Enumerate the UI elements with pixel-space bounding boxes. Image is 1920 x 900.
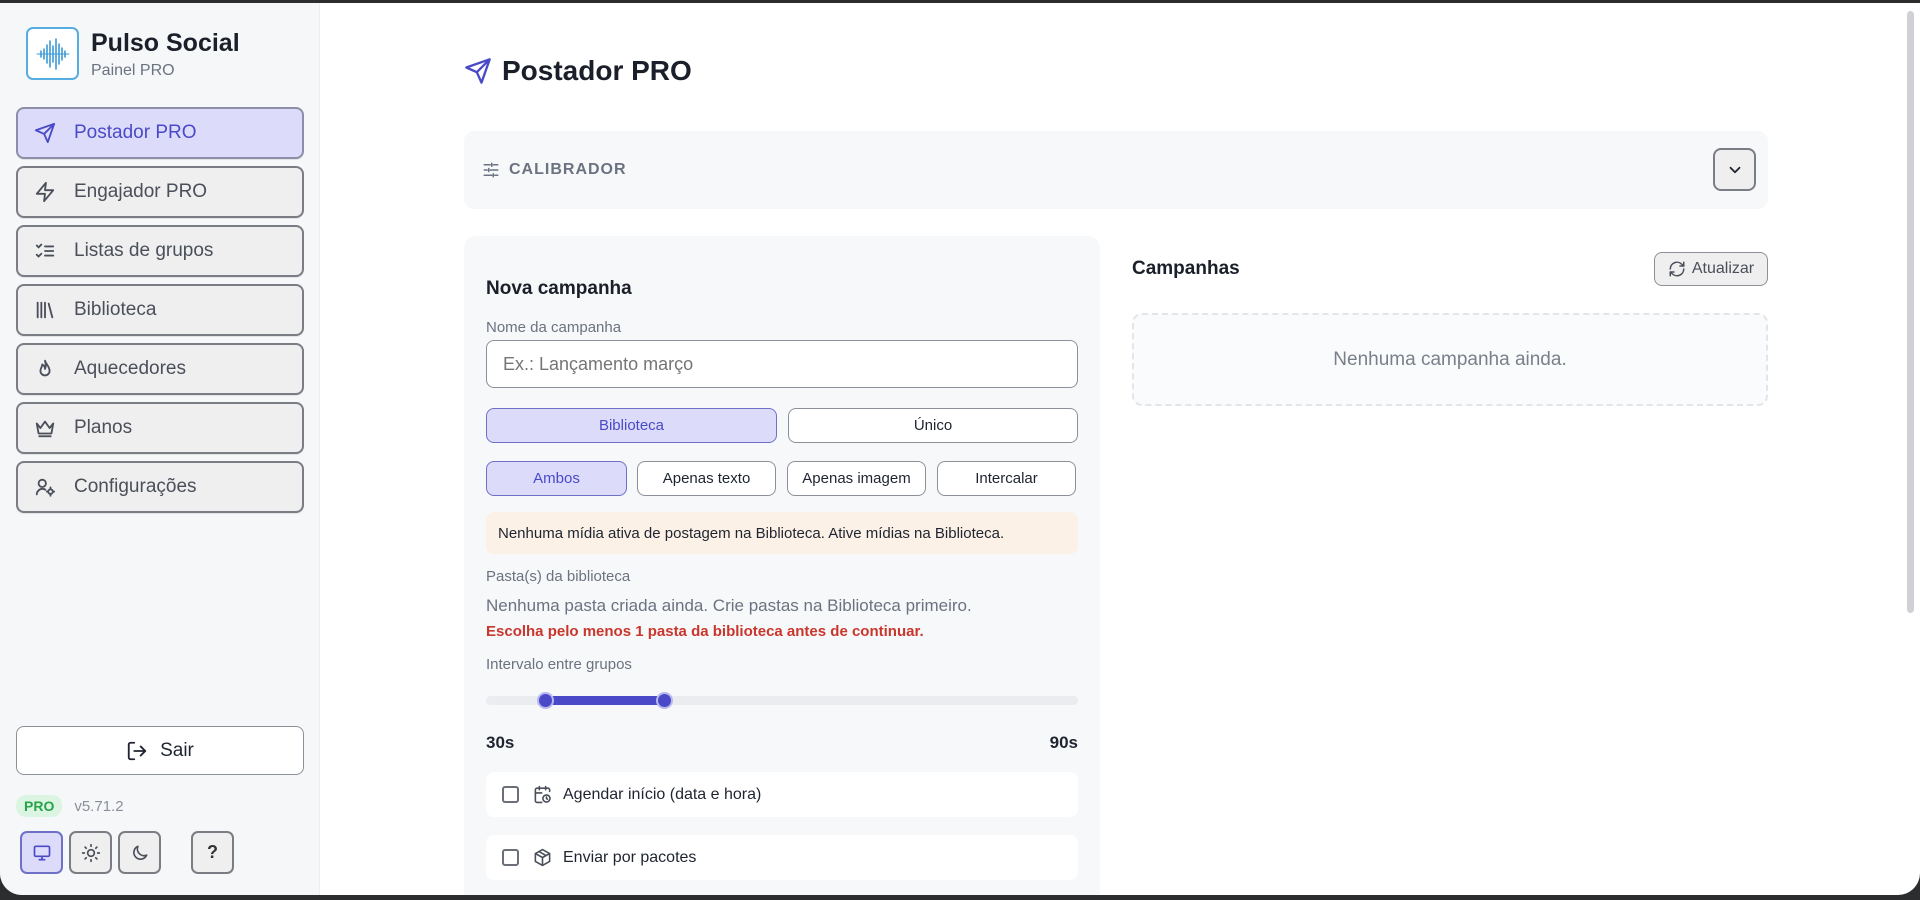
- library-icon: [36, 301, 54, 319]
- chevron-down-icon: [1729, 166, 1740, 173]
- sliders-icon: [483, 162, 499, 178]
- calendar-clock-icon: [534, 785, 551, 804]
- version-text: v5.71.2: [74, 797, 124, 815]
- sidebar-item-label: Planos: [74, 417, 133, 438]
- sidebar-item-postador-pro[interactable]: Postador PRO: [16, 107, 304, 159]
- sidebar-item-biblioteca[interactable]: Biblioteca: [16, 284, 304, 336]
- interval-max-handle[interactable]: [655, 692, 673, 709]
- no-media-warning: Nenhuma mídia ativa de postagem na Bibli…: [486, 512, 1078, 554]
- version-row: PRO v5.71.2: [16, 795, 124, 817]
- sidebar-item-label: Postador PRO: [74, 122, 197, 143]
- source-selector: Biblioteca Único: [486, 408, 1078, 443]
- page-title: Postador PRO: [502, 55, 692, 86]
- sidebar-item-aquecedores[interactable]: Aquecedores: [16, 343, 304, 395]
- sidebar-item-label: Aquecedores: [74, 358, 186, 379]
- source-unico-button[interactable]: Único: [788, 408, 1078, 443]
- schedule-label: Agendar início (data e hora): [563, 785, 762, 803]
- send-icon: [34, 122, 56, 144]
- theme-switcher: ?: [20, 831, 234, 874]
- theme-dark-button[interactable]: [118, 831, 161, 874]
- crown-icon: [35, 420, 55, 438]
- package-icon: [534, 848, 551, 867]
- new-campaign-title: Nova campanha: [486, 278, 632, 299]
- content-type-selector: Ambos Apenas texto Apenas imagem Interca…: [486, 461, 1076, 496]
- sidebar-item-label: Biblioteca: [74, 299, 157, 320]
- page-scrollbar[interactable]: [1907, 11, 1914, 613]
- sidebar-item-label: Engajador PRO: [74, 181, 208, 202]
- batches-label: Enviar por pacotes: [563, 848, 697, 866]
- interval-min-handle[interactable]: [537, 692, 555, 709]
- flame-icon: [39, 359, 51, 377]
- moon-icon: [132, 845, 147, 860]
- source-biblioteca-button[interactable]: Biblioteca: [486, 408, 777, 443]
- campaign-name-input[interactable]: [486, 340, 1078, 388]
- list-checks-icon: [35, 243, 55, 258]
- sidebar: Pulso Social Painel PRO Postador PRO Eng…: [0, 3, 320, 895]
- page-header: Postador PRO: [464, 55, 692, 87]
- app-window: Pulso Social Painel PRO Postador PRO Eng…: [0, 3, 1920, 895]
- sidebar-item-listas-de-grupos[interactable]: Listas de grupos: [16, 225, 304, 277]
- folders-label: Pasta(s) da biblioteca: [486, 568, 631, 585]
- log-out-icon: [127, 741, 147, 760]
- send-icon: [465, 58, 491, 84]
- brand: Pulso Social Painel PRO: [26, 27, 240, 80]
- campaigns-empty-state: Nenhuma campanha ainda.: [1132, 313, 1768, 406]
- sidebar-item-label: Listas de grupos: [74, 240, 214, 261]
- brand-subtitle: Painel PRO: [91, 61, 175, 79]
- schedule-option[interactable]: Agendar início (data e hora): [486, 772, 1078, 817]
- brand-title: Pulso Social: [91, 28, 240, 57]
- folders-error-text: Escolha pelo menos 1 pasta da biblioteca…: [486, 623, 924, 640]
- sidebar-item-planos[interactable]: Planos: [16, 402, 304, 454]
- user-cog-icon: [35, 478, 56, 497]
- zap-icon: [35, 181, 55, 203]
- help-button[interactable]: ?: [191, 831, 234, 874]
- waveform-logo-icon: [26, 27, 79, 80]
- calibrator-toggle-button[interactable]: [1713, 148, 1756, 191]
- calibrator-label: CALIBRADOR: [509, 161, 627, 178]
- sun-icon: [81, 843, 100, 862]
- campaigns-title: Campanhas: [1132, 258, 1240, 279]
- new-campaign-card: Nova campanha Nome da campanha Bibliotec…: [464, 236, 1100, 895]
- pro-badge: PRO: [16, 795, 63, 817]
- logout-button[interactable]: Sair: [16, 726, 304, 775]
- help-icon: ?: [207, 842, 218, 862]
- sidebar-item-engajador-pro[interactable]: Engajador PRO: [16, 166, 304, 218]
- refresh-button[interactable]: Atualizar: [1654, 252, 1768, 286]
- refresh-label: Atualizar: [1691, 260, 1755, 277]
- batches-checkbox[interactable]: [502, 849, 519, 866]
- interval-max-value: 90s: [1049, 733, 1078, 752]
- content-apenas-texto-button[interactable]: Apenas texto: [637, 461, 776, 496]
- sidebar-item-label: Configurações: [74, 476, 197, 497]
- calibrator-panel[interactable]: CALIBRADOR: [464, 131, 1768, 209]
- content-intercalar-button[interactable]: Intercalar: [937, 461, 1076, 496]
- interval-slider-range: [545, 696, 664, 705]
- sidebar-item-configuracoes[interactable]: Configurações: [16, 461, 304, 513]
- main-content: Postador PRO CALIBRADOR Nova campanha No…: [320, 3, 1910, 895]
- refresh-icon: [1669, 261, 1685, 277]
- logout-label: Sair: [160, 739, 194, 761]
- monitor-icon: [33, 845, 50, 860]
- schedule-checkbox[interactable]: [502, 786, 519, 803]
- content-apenas-imagem-button[interactable]: Apenas imagem: [787, 461, 926, 496]
- content-ambos-button[interactable]: Ambos: [486, 461, 627, 496]
- theme-light-button[interactable]: [69, 831, 112, 874]
- folders-empty-text: Nenhuma pasta criada ainda. Crie pastas …: [486, 596, 972, 615]
- interval-min-value: 30s: [486, 733, 515, 752]
- interval-slider[interactable]: [486, 692, 1078, 709]
- theme-system-button[interactable]: [20, 831, 63, 874]
- batches-option[interactable]: Enviar por pacotes: [486, 835, 1078, 880]
- sidebar-nav: Postador PRO Engajador PRO Listas de gru…: [16, 107, 304, 520]
- interval-label: Intervalo entre grupos: [486, 656, 632, 673]
- campaign-name-label: Nome da campanha: [486, 319, 622, 336]
